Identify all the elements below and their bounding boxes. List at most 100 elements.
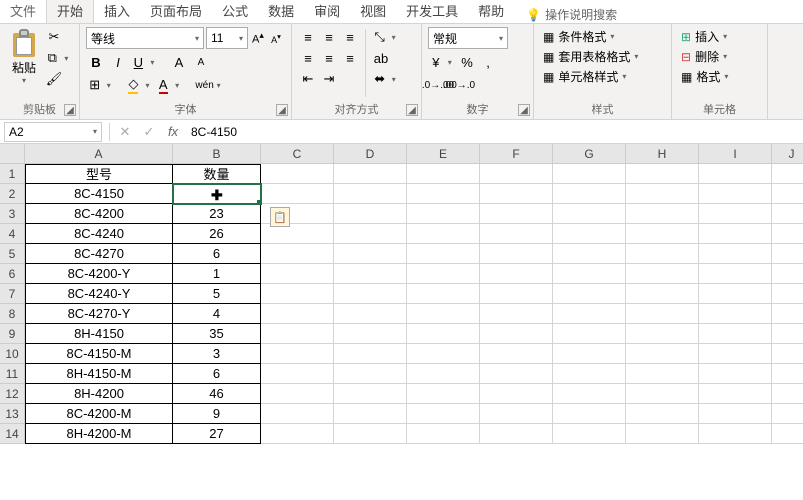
tab-data[interactable]: 数据 xyxy=(258,0,304,23)
cell-E14[interactable] xyxy=(407,424,480,444)
row-header-3[interactable]: 3 xyxy=(0,204,25,224)
column-header-a[interactable]: A xyxy=(25,144,173,164)
cell-H1[interactable] xyxy=(626,164,699,184)
cell-C4[interactable] xyxy=(261,224,334,244)
row-header-5[interactable]: 5 xyxy=(0,244,25,264)
cell-H11[interactable] xyxy=(626,364,699,384)
number-dialog-launcher[interactable]: ◢ xyxy=(518,104,530,116)
column-header-c[interactable]: C xyxy=(261,144,334,164)
cut-button[interactable]: ✂ xyxy=(44,27,64,47)
cell-I12[interactable] xyxy=(699,384,772,404)
align-middle-button[interactable]: ≡ xyxy=(319,27,339,47)
cell-G7[interactable] xyxy=(553,284,626,304)
fill-handle[interactable] xyxy=(257,200,261,204)
accounting-format-button[interactable]: ¥▾ xyxy=(428,52,456,72)
cell-E3[interactable] xyxy=(407,204,480,224)
cell-E5[interactable] xyxy=(407,244,480,264)
cell-I8[interactable] xyxy=(699,304,772,324)
cell-A4[interactable]: 8C-4240 xyxy=(25,224,173,244)
cell-A14[interactable]: 8H-4200-M xyxy=(25,424,173,444)
cell-G3[interactable] xyxy=(553,204,626,224)
tab-developer[interactable]: 开发工具 xyxy=(396,0,468,23)
clipboard-dialog-launcher[interactable]: ◢ xyxy=(64,104,76,116)
column-header-d[interactable]: D xyxy=(334,144,407,164)
cell-D14[interactable] xyxy=(334,424,407,444)
cell-F7[interactable] xyxy=(480,284,553,304)
cell-I9[interactable] xyxy=(699,324,772,344)
cell-C9[interactable] xyxy=(261,324,334,344)
cell-C2[interactable] xyxy=(261,184,334,204)
cell-G9[interactable] xyxy=(553,324,626,344)
font-size-select[interactable]: 11▾ xyxy=(206,27,248,49)
row-header-1[interactable]: 1 xyxy=(0,164,25,184)
cell-B9[interactable]: 35 xyxy=(173,324,261,344)
cell-J7[interactable] xyxy=(772,284,803,304)
cell-C7[interactable] xyxy=(261,284,334,304)
tab-insert[interactable]: 插入 xyxy=(94,0,140,23)
cell-H12[interactable] xyxy=(626,384,699,404)
insert-cells-button[interactable]: ⊞插入▾ xyxy=(678,27,731,46)
cell-G13[interactable] xyxy=(553,404,626,424)
cell-D5[interactable] xyxy=(334,244,407,264)
delete-cells-button[interactable]: ⊟删除▾ xyxy=(678,47,731,66)
cell-E2[interactable] xyxy=(407,184,480,204)
cell-B12[interactable]: 46 xyxy=(173,384,261,404)
cell-H10[interactable] xyxy=(626,344,699,364)
cell-B5[interactable]: 6 xyxy=(173,244,261,264)
row-header-7[interactable]: 7 xyxy=(0,284,25,304)
cell-E1[interactable] xyxy=(407,164,480,184)
cell-I5[interactable] xyxy=(699,244,772,264)
cell-I6[interactable] xyxy=(699,264,772,284)
cell-B8[interactable]: 4 xyxy=(173,304,261,324)
font-color-button[interactable]: A▾ xyxy=(155,75,183,95)
cell-D9[interactable] xyxy=(334,324,407,344)
cancel-formula-button[interactable]: ✕ xyxy=(113,122,137,142)
cell-I14[interactable] xyxy=(699,424,772,444)
cell-F11[interactable] xyxy=(480,364,553,384)
paste-button[interactable]: 粘贴 ▾ xyxy=(6,27,42,93)
cell-G2[interactable] xyxy=(553,184,626,204)
cell-G4[interactable] xyxy=(553,224,626,244)
borders-button[interactable]: ⊞▾ xyxy=(86,75,114,95)
row-header-6[interactable]: 6 xyxy=(0,264,25,284)
cell-C12[interactable] xyxy=(261,384,334,404)
font-name-select[interactable]: 等线▾ xyxy=(86,27,204,49)
merge-button[interactable]: ⬌▾ xyxy=(371,69,399,89)
formula-input[interactable]: 8C-4150 xyxy=(185,125,803,139)
cell-G6[interactable] xyxy=(553,264,626,284)
cell-A12[interactable]: 8H-4200 xyxy=(25,384,173,404)
row-header-4[interactable]: 4 xyxy=(0,224,25,244)
increase-indent-button[interactable]: ⇥ xyxy=(319,69,339,89)
cell-D13[interactable] xyxy=(334,404,407,424)
cell-G12[interactable] xyxy=(553,384,626,404)
cell-H2[interactable] xyxy=(626,184,699,204)
cell-D4[interactable] xyxy=(334,224,407,244)
cell-A1[interactable]: 型号 xyxy=(25,164,173,184)
cell-G8[interactable] xyxy=(553,304,626,324)
cell-I1[interactable] xyxy=(699,164,772,184)
row-header-14[interactable]: 14 xyxy=(0,424,25,444)
cell-A9[interactable]: 8H-4150 xyxy=(25,324,173,344)
tab-home[interactable]: 开始 xyxy=(46,0,94,23)
cell-B6[interactable]: 1 xyxy=(173,264,261,284)
cell-F4[interactable] xyxy=(480,224,553,244)
row-header-12[interactable]: 12 xyxy=(0,384,25,404)
column-header-f[interactable]: F xyxy=(480,144,553,164)
increase-font-button[interactable]: A▴ xyxy=(250,29,266,47)
cell-J12[interactable] xyxy=(772,384,803,404)
cell-A5[interactable]: 8C-4270 xyxy=(25,244,173,264)
cell-F13[interactable] xyxy=(480,404,553,424)
bold-button[interactable]: B xyxy=(86,52,106,72)
cell-H6[interactable] xyxy=(626,264,699,284)
cell-F3[interactable] xyxy=(480,204,553,224)
cell-A11[interactable]: 8H-4150-M xyxy=(25,364,173,384)
cell-A10[interactable]: 8C-4150-M xyxy=(25,344,173,364)
cell-C13[interactable] xyxy=(261,404,334,424)
column-header-h[interactable]: H xyxy=(626,144,699,164)
cell-F10[interactable] xyxy=(480,344,553,364)
cell-B11[interactable]: 6 xyxy=(173,364,261,384)
cell-E10[interactable] xyxy=(407,344,480,364)
cell-C6[interactable] xyxy=(261,264,334,284)
cell-A13[interactable]: 8C-4200-M xyxy=(25,404,173,424)
cell-F1[interactable] xyxy=(480,164,553,184)
